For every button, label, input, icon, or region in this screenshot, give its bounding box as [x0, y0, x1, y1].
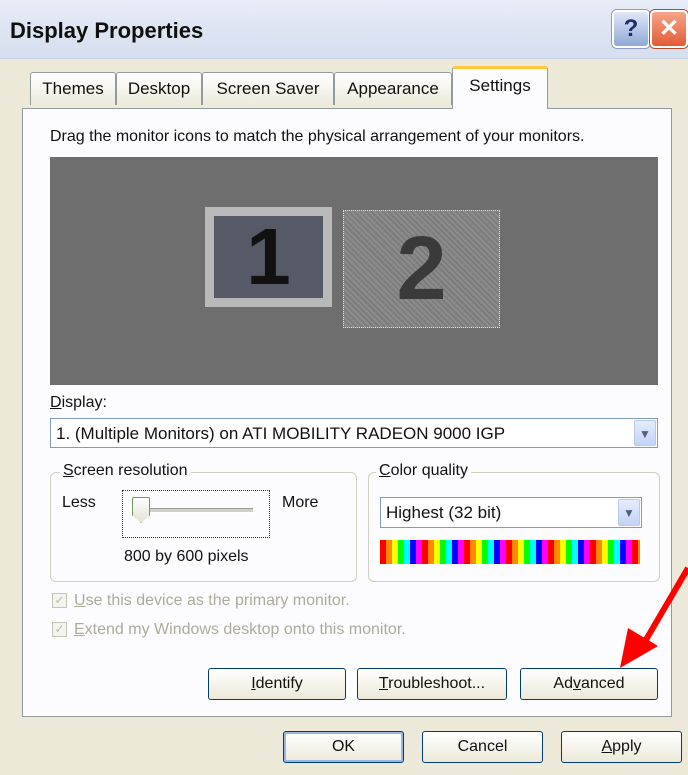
chevron-down-icon[interactable]: ▼ [634, 420, 656, 446]
extend-desktop-checkbox[interactable]: ✓ [52, 622, 67, 637]
screen-resolution-legend: Screen resolution [60, 462, 191, 480]
primary-monitor-label: Use this device as the primary monitor. [74, 592, 350, 609]
tab-desktop[interactable]: Desktop [116, 72, 202, 105]
help-button[interactable]: ? [612, 10, 650, 48]
window-title: Display Properties [10, 18, 204, 43]
title-bar[interactable]: Display Properties ? ✕ [0, 0, 688, 59]
monitor-2-number: 2 [396, 219, 447, 319]
help-icon: ? [623, 15, 639, 42]
resolution-more-label: More [282, 494, 319, 511]
display-select[interactable]: 1. (Multiple Monitors) on ATI MOBILITY R… [50, 418, 658, 448]
monitor-1-icon[interactable]: 1 [205, 207, 332, 307]
ok-button[interactable]: OK [283, 731, 404, 763]
instruction-text: Drag the monitor icons to match the phys… [50, 128, 585, 145]
advanced-button[interactable]: Advanced [520, 668, 658, 700]
tab-screen-saver[interactable]: Screen Saver [202, 72, 334, 105]
identify-button[interactable]: Identify [208, 668, 346, 700]
cancel-button[interactable]: Cancel [422, 731, 543, 763]
tab-appearance[interactable]: Appearance [334, 72, 452, 105]
close-button[interactable]: ✕ [650, 10, 688, 48]
color-quality-legend: Color quality [376, 462, 471, 480]
close-icon: ✕ [658, 15, 680, 42]
chevron-down-icon[interactable]: ▼ [618, 499, 640, 526]
display-label: Display: [50, 394, 107, 411]
monitor-2-icon[interactable]: 2 [343, 210, 500, 328]
apply-button[interactable]: Apply [561, 731, 682, 763]
display-properties-window: Display Properties ? ✕ Themes Desktop Sc… [0, 0, 688, 775]
troubleshoot-button[interactable]: Troubleshoot... [357, 668, 507, 700]
color-quality-preview-bar [380, 540, 640, 564]
color-quality-select[interactable]: Highest (32 bit) ▼ [380, 497, 642, 528]
resolution-less-label: Less [62, 494, 96, 511]
resolution-slider-track[interactable] [135, 508, 253, 513]
tab-settings[interactable]: Settings [452, 66, 548, 109]
monitor-1-number: 1 [246, 212, 291, 301]
primary-monitor-checkbox[interactable]: ✓ [52, 593, 67, 608]
display-select-value: 1. (Multiple Monitors) on ATI MOBILITY R… [56, 424, 506, 443]
resolution-value: 800 by 600 pixels [124, 548, 249, 565]
color-quality-value: Highest (32 bit) [386, 503, 502, 522]
extend-desktop-label: Extend my Windows desktop onto this moni… [74, 621, 406, 638]
tab-themes[interactable]: Themes [30, 72, 116, 105]
